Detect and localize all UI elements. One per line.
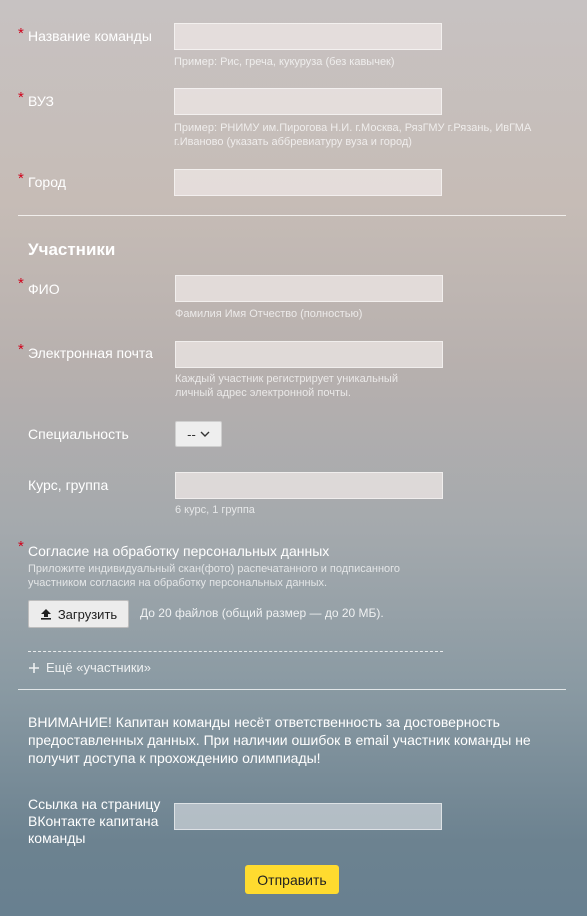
plus-icon xyxy=(29,662,39,673)
submit-button-label: Отправить xyxy=(257,871,327,888)
consent-label: Согласие на обработку персональных данны… xyxy=(28,543,330,559)
required-mark: * xyxy=(18,275,24,292)
required-mark: * xyxy=(18,538,24,555)
consent-hint-line2: участником согласия на обработку персона… xyxy=(28,577,328,589)
divider xyxy=(18,689,566,690)
city-input[interactable] xyxy=(174,169,442,196)
add-participant-label: Ещё «участники» xyxy=(46,660,152,675)
team-name-hint: Пример: Рис, греча, кукуруза (без кавыче… xyxy=(174,56,395,68)
team-name-input[interactable] xyxy=(174,23,442,50)
email-hint-line1: Каждый участник регистрирует уникальный xyxy=(175,373,398,385)
specialty-label: Специальность xyxy=(28,426,129,442)
email-input[interactable] xyxy=(175,341,443,368)
divider xyxy=(18,215,566,216)
consent-hint-line1: Приложите индивидуальный скан(фото) расп… xyxy=(28,563,401,575)
required-mark: * xyxy=(18,89,24,106)
university-label: ВУЗ xyxy=(28,93,54,109)
upload-icon xyxy=(40,609,51,620)
vk-link-label: Ссылка на страницу ВКонтакте капитана ко… xyxy=(28,796,161,846)
upload-button-label: Загрузить xyxy=(57,606,118,622)
warning-text: ВНИМАНИЕ! Капитан команды несёт ответств… xyxy=(28,714,531,766)
email-hint-line2: личный адрес электронной почты. xyxy=(175,387,351,399)
add-participant-button[interactable]: Ещё «участники» xyxy=(28,660,151,675)
specialty-select[interactable]: -- xyxy=(175,421,222,447)
upload-button[interactable]: Загрузить xyxy=(28,600,129,628)
course-hint: 6 курс, 1 группа xyxy=(175,504,255,516)
dashed-divider xyxy=(28,651,443,652)
fio-hint: Фамилия Имя Отчество (полностью) xyxy=(175,308,363,320)
vk-link-input[interactable] xyxy=(174,803,442,830)
university-input[interactable] xyxy=(174,88,442,115)
chevron-down-icon xyxy=(200,431,210,437)
university-hint-line2: г.Иваново (указать аббревиатуру вуза и г… xyxy=(174,136,412,148)
course-label: Курс, группа xyxy=(28,477,109,493)
team-name-label: Название команды xyxy=(28,28,152,44)
participants-section-title: Участники xyxy=(28,240,116,259)
specialty-value: -- xyxy=(187,426,196,442)
email-label: Электронная почта xyxy=(28,345,153,361)
city-label: Город xyxy=(28,174,66,190)
fio-label: ФИО xyxy=(28,281,60,297)
course-input[interactable] xyxy=(175,472,443,499)
required-mark: * xyxy=(18,170,24,187)
university-hint-line1: Пример: РНИМУ им.Пирогова Н.И. г.Москва,… xyxy=(174,122,532,134)
required-mark: * xyxy=(18,25,24,42)
submit-button[interactable]: Отправить xyxy=(245,865,339,894)
upload-hint: До 20 файлов (общий размер — до 20 МБ). xyxy=(140,606,384,620)
required-mark: * xyxy=(18,341,24,358)
fio-input[interactable] xyxy=(175,275,443,302)
